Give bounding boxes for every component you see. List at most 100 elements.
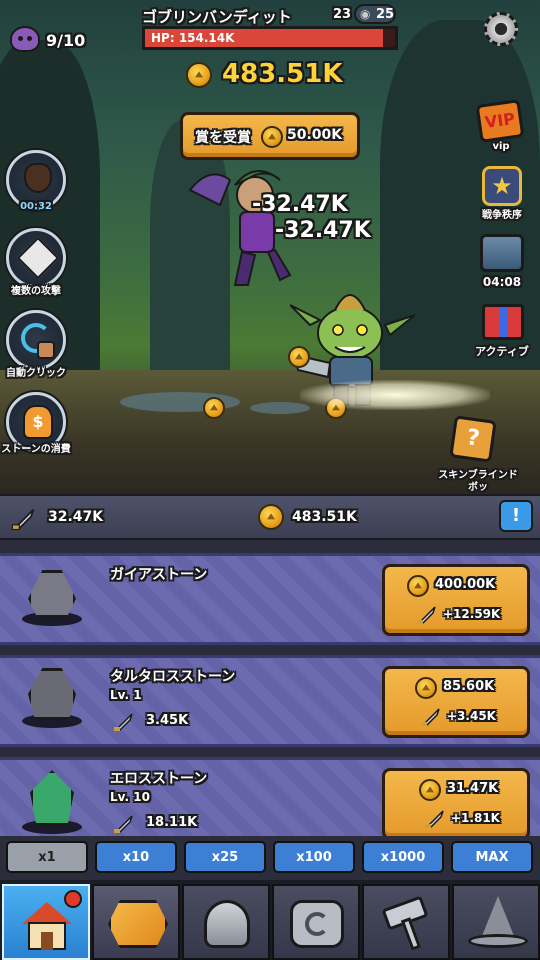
upgrade-gain: +12.59K xyxy=(443,607,501,621)
stage-number: 23 xyxy=(333,7,352,22)
stone-damage: 18.11K xyxy=(146,815,198,830)
tab-equipment[interactable] xyxy=(182,884,270,960)
treasure-chest-icon xyxy=(480,234,524,272)
dust-cloud xyxy=(300,380,490,410)
hammer-icon xyxy=(381,895,434,951)
multi-attack-icon xyxy=(16,236,60,280)
multi-attack-label: 複数の攻撃 xyxy=(11,286,61,297)
skin-blind-box-label: スキンブラインドボッ xyxy=(438,470,518,493)
sword-icon xyxy=(11,509,35,531)
treasure-chest-button[interactable] xyxy=(478,230,528,280)
damage-popup: -32.47K xyxy=(252,192,348,217)
skin-blind-box-button[interactable]: ? xyxy=(446,414,504,468)
stone-name: エロスストーン xyxy=(110,771,208,787)
reward-coin-icon xyxy=(261,126,283,148)
war-order-star-icon: ★ xyxy=(482,166,522,206)
cost-coin-icon xyxy=(407,575,429,597)
sword-icon xyxy=(114,713,133,731)
upgrade-button-eros[interactable]: 31.47K +1.81K xyxy=(382,768,530,840)
info-button[interactable]: ! xyxy=(499,500,533,532)
gold-coin-icon xyxy=(258,504,284,530)
active-event-button[interactable] xyxy=(478,296,528,346)
enemy-hp-bar: HP: 154.14K xyxy=(142,26,398,50)
vip-badge-icon: VIP xyxy=(475,99,525,143)
stone-consume-label: ストーンの消費 xyxy=(1,444,71,455)
bottom-tab-bar xyxy=(0,880,540,960)
wizard-hat-icon xyxy=(468,896,528,952)
auto-click-label: 自動クリック xyxy=(6,368,66,379)
notification-dot xyxy=(64,890,82,908)
stone-level: Lv. 1 xyxy=(110,688,142,702)
sword-icon xyxy=(421,708,440,726)
money-bag-icon xyxy=(24,163,52,193)
vip-label: vip xyxy=(492,141,510,152)
settings-gear-icon[interactable] xyxy=(484,12,518,46)
gold-coin-icon xyxy=(186,62,212,88)
stone-icon xyxy=(108,900,168,948)
stone-damage: 3.45K xyxy=(146,713,189,728)
gold-amount: 483.51K xyxy=(222,59,343,89)
upgrade-gain: +3.45K xyxy=(447,709,496,723)
damage-per-click: 32.47K xyxy=(48,509,104,525)
upgrade-cost: 85.60K xyxy=(443,679,495,694)
skull-wave-icon xyxy=(10,26,40,52)
stage-total: 25 xyxy=(376,7,395,22)
gold-display: 483.51K xyxy=(186,58,366,92)
multiplier-x100-button[interactable]: x100 xyxy=(273,841,355,873)
wave-counter: 9/10 xyxy=(46,31,86,50)
stage-progress-badge: ◉ 25 xyxy=(354,4,396,24)
sword-icon xyxy=(425,810,444,828)
stone-consume-icon: $ xyxy=(23,405,53,439)
sword-icon xyxy=(114,815,133,833)
dropped-coin[interactable] xyxy=(288,346,310,368)
stats-bar: 32.47K 483.51K ! xyxy=(0,494,540,540)
tartarus-stone-icon xyxy=(22,668,82,728)
damage-popup: -32.47K xyxy=(275,218,371,243)
auto-click-skill-button[interactable] xyxy=(6,310,66,370)
multiplier-x10-button[interactable]: x10 xyxy=(95,841,177,873)
multiplier-max-button[interactable]: MAX xyxy=(451,841,533,873)
upgrade-button-tartarus[interactable]: 85.60K +3.45K xyxy=(382,666,530,738)
home-icon xyxy=(22,902,72,950)
stone-row-gaia: ガイアストーン 400.00K +12.59K xyxy=(0,553,540,645)
multiplier-x1-button[interactable]: x1 xyxy=(6,841,88,873)
tab-magic[interactable] xyxy=(452,884,540,960)
skin-blind-box-icon: ? xyxy=(449,415,497,463)
battle-scene[interactable]: -32.47K -32.47K 9/10 ゴブリンバンディット 23 ◉ 25 … xyxy=(0,0,540,494)
upgrade-cost: 31.47K xyxy=(447,781,499,796)
helmet-icon xyxy=(204,900,250,948)
stone-name: ガイアストーン xyxy=(110,567,208,583)
gift-box-icon xyxy=(482,304,524,340)
multiplier-x1000-button[interactable]: x1000 xyxy=(362,841,444,873)
dropped-coin[interactable] xyxy=(203,397,225,419)
multi-attack-skill-button[interactable] xyxy=(6,228,66,288)
rune-stone-icon xyxy=(290,900,344,948)
war-order-label: 戦争秩序 xyxy=(482,210,522,221)
cost-coin-icon xyxy=(419,779,441,801)
enemy-name: ゴブリンバンディット xyxy=(142,8,292,26)
claim-reward-button[interactable]: 賞を受賞 50.00K xyxy=(180,112,360,160)
claim-reward-value: 50.00K xyxy=(287,127,343,143)
chest-timer: 04:08 xyxy=(482,275,522,289)
active-event-label: アクティブ xyxy=(475,345,529,358)
upgrade-button-gaia[interactable]: 400.00K +12.59K xyxy=(382,564,530,636)
tab-home[interactable] xyxy=(2,884,90,960)
total-gold: 483.51K xyxy=(292,509,357,525)
stone-row-tartarus: タルタロスストーン Lv. 1 3.45K 85.60K +3.45K xyxy=(0,655,540,747)
stone-name: タルタロスストーン xyxy=(110,669,236,685)
eros-stone-icon xyxy=(22,770,82,834)
upgrade-cost: 400.00K xyxy=(435,577,496,592)
money-bag-timer: 00:32 xyxy=(20,201,52,212)
tab-rune[interactable] xyxy=(272,884,360,960)
info-label: ! xyxy=(511,505,521,526)
sword-icon xyxy=(417,606,436,624)
multiplier-bar: x1 x10 x25 x100 x1000 MAX xyxy=(0,836,540,880)
upgrade-gain: +1.81K xyxy=(451,811,500,825)
tab-forge[interactable] xyxy=(362,884,450,960)
stone-level: Lv. 10 xyxy=(110,790,150,804)
lock-icon: ◉ xyxy=(360,7,371,21)
multiplier-x25-button[interactable]: x25 xyxy=(184,841,266,873)
gaia-stone-icon xyxy=(22,570,82,626)
claim-reward-label: 賞を受賞 xyxy=(195,130,251,146)
tab-stone[interactable] xyxy=(92,884,180,960)
